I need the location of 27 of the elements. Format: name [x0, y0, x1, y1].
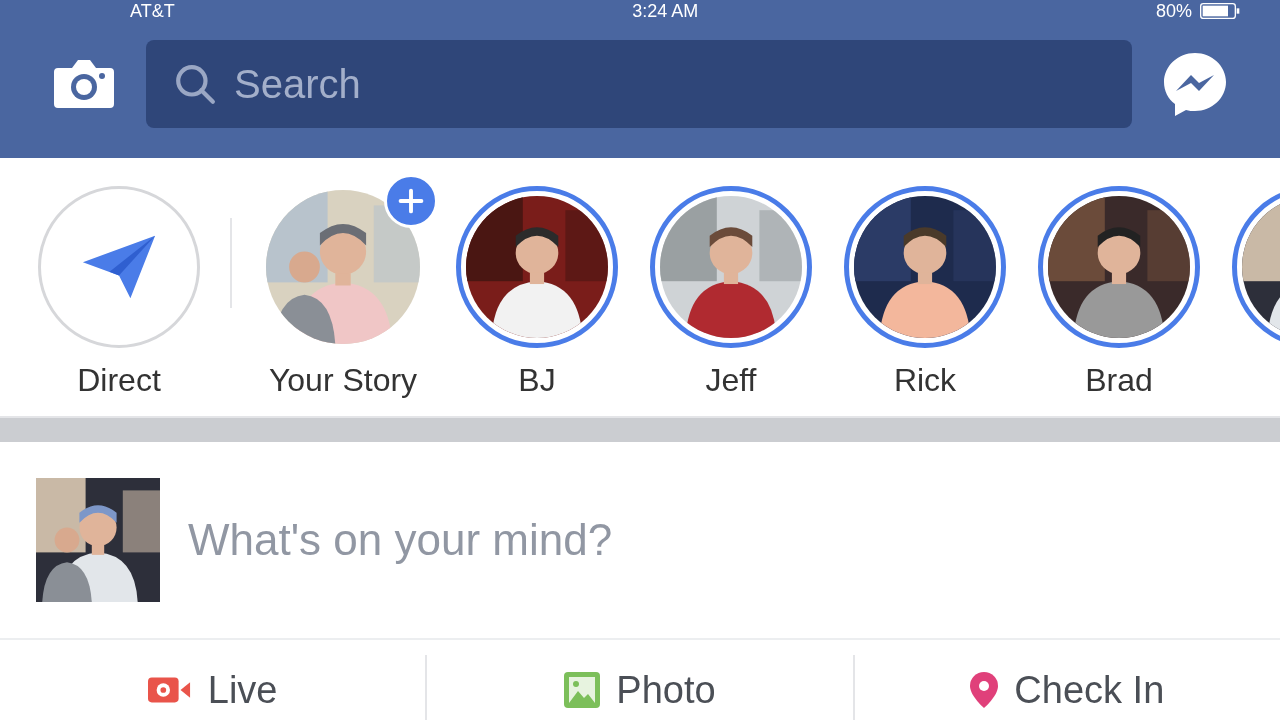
battery-icon — [1200, 3, 1240, 19]
search-field[interactable]: Search — [146, 40, 1132, 128]
map-pin-icon — [970, 672, 999, 708]
story-name: Jeff — [705, 362, 757, 399]
checkin-button[interactable]: Check In — [854, 648, 1280, 712]
clock-time: 3:24 AM — [632, 1, 699, 21]
story-avatar[interactable] — [456, 186, 618, 348]
story-name: Rick — [893, 362, 957, 399]
video-camera-icon — [147, 675, 192, 705]
search-icon — [174, 63, 216, 105]
status-input[interactable]: What's on your mind? — [186, 514, 1244, 566]
live-button[interactable]: Live — [0, 648, 426, 712]
story-name: Direct — [77, 362, 161, 399]
story-name: Brad — [1085, 362, 1153, 399]
direct-button[interactable] — [38, 186, 200, 348]
story-name: Your Story — [268, 362, 418, 399]
camera-icon[interactable] — [52, 58, 116, 110]
story-avatar[interactable] — [650, 186, 812, 348]
photo-button[interactable]: Photo — [427, 648, 853, 712]
story-avatar[interactable] — [1038, 186, 1200, 348]
image-icon — [564, 672, 601, 708]
battery-percent: 80% — [1155, 1, 1192, 21]
carrier-name: AT&T — [130, 1, 175, 21]
messenger-icon[interactable] — [1162, 51, 1228, 117]
paper-plane-icon — [81, 233, 157, 301]
story-name: BJ — [518, 362, 556, 399]
story-avatar[interactable] — [844, 186, 1006, 348]
